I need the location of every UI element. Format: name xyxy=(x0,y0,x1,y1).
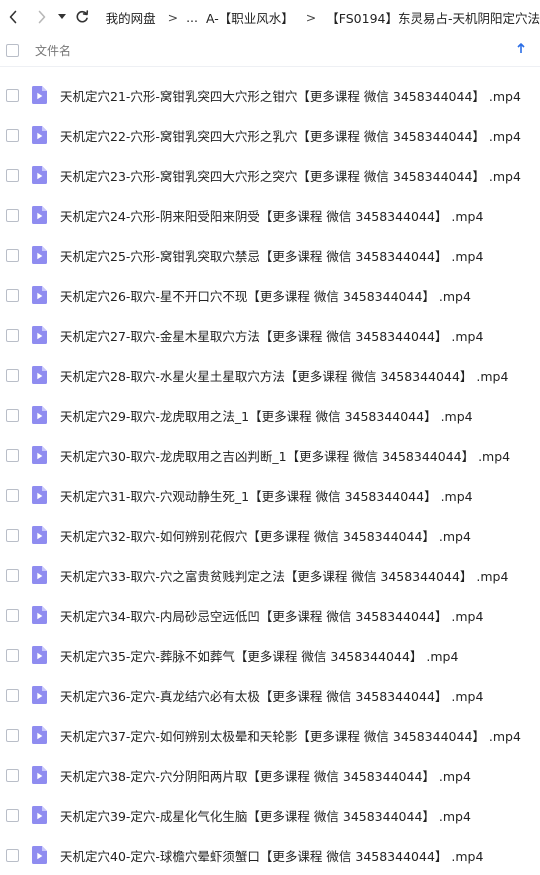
table-row[interactable]: 天机定穴23-穴形-窝钳乳突四大穴形之突穴【更多课程 微信 3458344044… xyxy=(0,155,540,195)
video-file-icon xyxy=(32,166,47,184)
breadcrumb-item-my-drive[interactable]: 我的网盘 xyxy=(106,8,156,27)
video-file-icon xyxy=(32,446,47,464)
chevron-right-icon xyxy=(38,10,46,24)
video-file-icon xyxy=(32,566,47,584)
toolbar: 我的网盘 > ... A-【职业风水】 > 【FS0194】东灵易占-天机阴阳定… xyxy=(0,0,540,34)
file-name[interactable]: 天机定穴38-定穴-穴分阴阳两片取【更多课程 微信 3458344044】 .m… xyxy=(60,766,471,785)
video-file-icon xyxy=(32,86,47,104)
breadcrumb-item-current-folder[interactable]: 【FS0194】东灵易占-天机阴阳定穴法 xyxy=(326,8,540,27)
row-checkbox[interactable] xyxy=(6,488,19,502)
table-row[interactable]: 天机定穴38-定穴-穴分阴阳两片取【更多课程 微信 3458344044】 .m… xyxy=(0,755,540,795)
file-name[interactable]: 天机定穴37-定穴-如何辨别太极晕和天轮影【更多课程 微信 3458344044… xyxy=(60,726,521,745)
video-file-icon xyxy=(32,366,47,384)
video-file-icon xyxy=(32,286,47,304)
file-name[interactable]: 天机定穴26-取穴-星不开口穴不现【更多课程 微信 3458344044】 .m… xyxy=(60,286,471,305)
file-name[interactable]: 天机定穴35-定穴-葬脉不如葬气【更多课程 微信 3458344044】 .mp… xyxy=(60,646,458,665)
file-name[interactable]: 天机定穴24-穴形-阴来阳受阳来阴受【更多课程 微信 3458344044】 .… xyxy=(60,206,483,225)
table-row[interactable]: 天机定穴36-定穴-真龙结穴必有太极【更多课程 微信 3458344044】 .… xyxy=(0,675,540,715)
table-row[interactable]: 天机定穴37-定穴-如何辨别太极晕和天轮影【更多课程 微信 3458344044… xyxy=(0,715,540,755)
table-row[interactable]: 天机定穴21-穴形-窝钳乳突四大穴形之钳穴【更多课程 微信 3458344044… xyxy=(0,75,540,115)
file-name[interactable]: 天机定穴32-取穴-如何辨别花假穴【更多课程 微信 3458344044】 .m… xyxy=(60,526,471,545)
video-file-icon xyxy=(32,126,47,144)
row-checkbox[interactable] xyxy=(6,88,19,102)
row-checkbox[interactable] xyxy=(6,248,19,262)
table-row[interactable]: 天机定穴30-取穴-龙虎取用之吉凶判断_1【更多课程 微信 3458344044… xyxy=(0,435,540,475)
row-checkbox[interactable] xyxy=(6,128,19,142)
row-checkbox[interactable] xyxy=(6,648,19,662)
breadcrumb-item-career-fengshui[interactable]: A-【职业风水】 xyxy=(206,8,294,27)
refresh-icon xyxy=(76,10,89,23)
video-file-icon xyxy=(32,326,47,344)
file-list-header: 文件名 xyxy=(0,34,540,67)
table-row[interactable]: 天机定穴28-取穴-水星火星土星取穴方法【更多课程 微信 3458344044】… xyxy=(0,355,540,395)
table-row[interactable]: 天机定穴29-取穴-龙虎取用之法_1【更多课程 微信 3458344044】 .… xyxy=(0,395,540,435)
forward-button[interactable] xyxy=(31,5,54,29)
row-checkbox[interactable] xyxy=(6,568,19,582)
table-row[interactable]: 天机定穴31-取穴-穴观动静生死_1【更多课程 微信 3458344044】 .… xyxy=(0,475,540,515)
file-name[interactable]: 天机定穴30-取穴-龙虎取用之吉凶判断_1【更多课程 微信 3458344044… xyxy=(60,446,510,465)
video-file-icon xyxy=(32,406,47,424)
video-file-icon xyxy=(32,206,47,224)
row-checkbox[interactable] xyxy=(6,288,19,302)
row-checkbox[interactable] xyxy=(6,448,19,462)
history-dropdown-button[interactable] xyxy=(56,5,69,29)
file-name[interactable]: 天机定穴34-取穴-内局砂忌空远低凹【更多课程 微信 3458344044】 .… xyxy=(60,606,483,625)
row-checkbox[interactable] xyxy=(6,328,19,342)
video-file-icon xyxy=(32,686,47,704)
file-name[interactable]: 天机定穴31-取穴-穴观动静生死_1【更多课程 微信 3458344044】 .… xyxy=(60,486,473,505)
row-checkbox[interactable] xyxy=(6,608,19,622)
video-file-icon xyxy=(32,606,47,624)
table-row[interactable]: 天机定穴34-取穴-内局砂忌空远低凹【更多课程 微信 3458344044】 .… xyxy=(0,595,540,635)
table-row[interactable]: 天机定穴40-定穴-球檐穴晕虾须蟹口【更多课程 微信 3458344044】 .… xyxy=(0,835,540,875)
breadcrumb-separator: > xyxy=(305,9,317,25)
row-checkbox[interactable] xyxy=(6,368,19,382)
row-checkbox[interactable] xyxy=(6,208,19,222)
row-checkbox[interactable] xyxy=(6,808,19,822)
row-checkbox[interactable] xyxy=(6,728,19,742)
file-name[interactable]: 天机定穴36-定穴-真龙结穴必有太极【更多课程 微信 3458344044】 .… xyxy=(60,686,483,705)
file-name[interactable]: 天机定穴39-定穴-成星化气化生脑【更多课程 微信 3458344044】 .m… xyxy=(60,806,471,825)
table-row[interactable]: 天机定穴24-穴形-阴来阳受阳来阴受【更多课程 微信 3458344044】 .… xyxy=(0,195,540,235)
table-row[interactable]: 天机定穴25-穴形-窝钳乳突取穴禁忌【更多课程 微信 3458344044】 .… xyxy=(0,235,540,275)
file-name[interactable]: 天机定穴27-取穴-金星木星取穴方法【更多课程 微信 3458344044】 .… xyxy=(60,326,483,345)
file-name[interactable]: 天机定穴28-取穴-水星火星土星取穴方法【更多课程 微信 3458344044】… xyxy=(60,366,508,385)
select-all-checkbox[interactable] xyxy=(6,43,19,57)
file-name[interactable]: 天机定穴33-取穴-穴之富贵贫贱判定之法【更多课程 微信 3458344044】… xyxy=(60,566,508,585)
video-file-icon xyxy=(32,246,47,264)
table-row[interactable]: 天机定穴39-定穴-成星化气化生脑【更多课程 微信 3458344044】 .m… xyxy=(0,795,540,835)
row-checkbox[interactable] xyxy=(6,688,19,702)
file-name[interactable]: 天机定穴25-穴形-窝钳乳突取穴禁忌【更多课程 微信 3458344044】 .… xyxy=(60,246,483,265)
row-checkbox[interactable] xyxy=(6,528,19,542)
chevron-left-icon xyxy=(10,10,17,24)
row-checkbox[interactable] xyxy=(6,408,19,422)
file-name[interactable]: 天机定穴22-穴形-窝钳乳突四大穴形之乳穴【更多课程 微信 3458344044… xyxy=(60,126,521,145)
video-file-icon xyxy=(32,846,47,864)
table-row[interactable]: 天机定穴32-取穴-如何辨别花假穴【更多课程 微信 3458344044】 .m… xyxy=(0,515,540,555)
column-header-filename[interactable]: 文件名 xyxy=(35,42,71,59)
video-file-icon xyxy=(32,806,47,824)
table-row[interactable]: 天机定穴33-取穴-穴之富贵贫贱判定之法【更多课程 微信 3458344044】… xyxy=(0,555,540,595)
row-checkbox[interactable] xyxy=(6,168,19,182)
breadcrumb-separator: > xyxy=(167,9,179,25)
video-file-icon xyxy=(32,646,47,664)
file-name[interactable]: 天机定穴21-穴形-窝钳乳突四大穴形之钳穴【更多课程 微信 3458344044… xyxy=(60,86,521,105)
file-name[interactable]: 天机定穴23-穴形-窝钳乳突四大穴形之突穴【更多课程 微信 3458344044… xyxy=(60,166,521,185)
video-file-icon xyxy=(32,526,47,544)
file-name[interactable]: 天机定穴29-取穴-龙虎取用之法_1【更多课程 微信 3458344044】 .… xyxy=(60,406,473,425)
file-name[interactable]: 天机定穴40-定穴-球檐穴晕虾须蟹口【更多课程 微信 3458344044】 .… xyxy=(60,846,483,865)
video-file-icon xyxy=(32,486,47,504)
table-row[interactable]: 天机定穴27-取穴-金星木星取穴方法【更多课程 微信 3458344044】 .… xyxy=(0,315,540,355)
row-checkbox[interactable] xyxy=(6,848,19,862)
table-row[interactable]: 天机定穴22-穴形-窝钳乳突四大穴形之乳穴【更多课程 微信 3458344044… xyxy=(0,115,540,155)
video-file-icon xyxy=(32,726,47,744)
refresh-button[interactable] xyxy=(71,5,94,29)
back-button[interactable] xyxy=(2,5,25,29)
breadcrumb-item-ellipsis[interactable]: ... xyxy=(186,10,198,25)
caret-down-icon xyxy=(58,14,67,19)
arrow-up-icon[interactable] xyxy=(517,43,525,54)
table-row[interactable]: 天机定穴35-定穴-葬脉不如葬气【更多课程 微信 3458344044】 .mp… xyxy=(0,635,540,675)
video-file-icon xyxy=(32,766,47,784)
table-row[interactable]: 天机定穴26-取穴-星不开口穴不现【更多课程 微信 3458344044】 .m… xyxy=(0,275,540,315)
row-checkbox[interactable] xyxy=(6,768,19,782)
